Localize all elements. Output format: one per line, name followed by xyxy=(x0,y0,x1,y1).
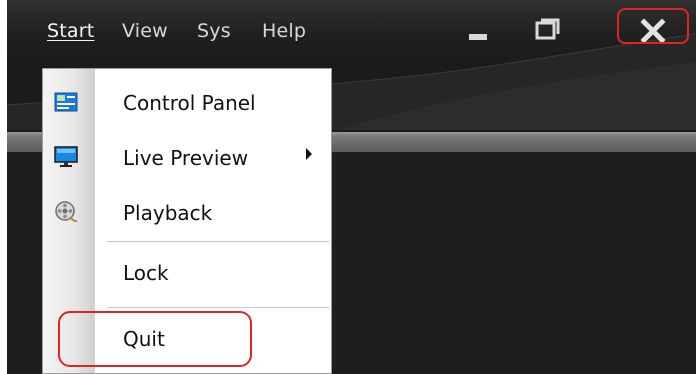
menu-item-label: Playback xyxy=(123,201,213,225)
menu-sys[interactable]: Sys xyxy=(197,20,231,42)
menu-start[interactable]: Start xyxy=(47,20,94,42)
menu-item-playback[interactable]: Playback xyxy=(43,191,331,235)
close-button-highlight xyxy=(617,8,689,44)
screenshot-frame: Start View Sys Help Control Panel Live P… xyxy=(0,0,696,374)
quit-highlight xyxy=(58,311,252,367)
menu-item-label: Live Preview xyxy=(123,146,249,170)
control-panel-icon xyxy=(54,92,78,112)
restore-button[interactable] xyxy=(527,12,577,48)
menu-help[interactable]: Help xyxy=(262,20,306,42)
menu-item-label: Lock xyxy=(123,261,169,285)
menu-view[interactable]: View xyxy=(122,20,168,42)
restore-icon xyxy=(535,18,560,40)
menu-item-lock[interactable]: Lock xyxy=(43,251,331,295)
menu-item-live-preview[interactable]: Live Preview xyxy=(43,136,331,180)
playback-icon xyxy=(55,201,78,223)
menu-separator xyxy=(107,307,329,309)
minimize-icon xyxy=(469,34,487,40)
submenu-arrow-icon xyxy=(306,148,312,160)
monitor-icon xyxy=(54,146,78,167)
menu-separator xyxy=(107,241,329,243)
minimize-button[interactable] xyxy=(459,12,509,48)
menu-item-control-panel[interactable]: Control Panel xyxy=(43,81,331,125)
menu-item-label: Control Panel xyxy=(123,91,256,115)
